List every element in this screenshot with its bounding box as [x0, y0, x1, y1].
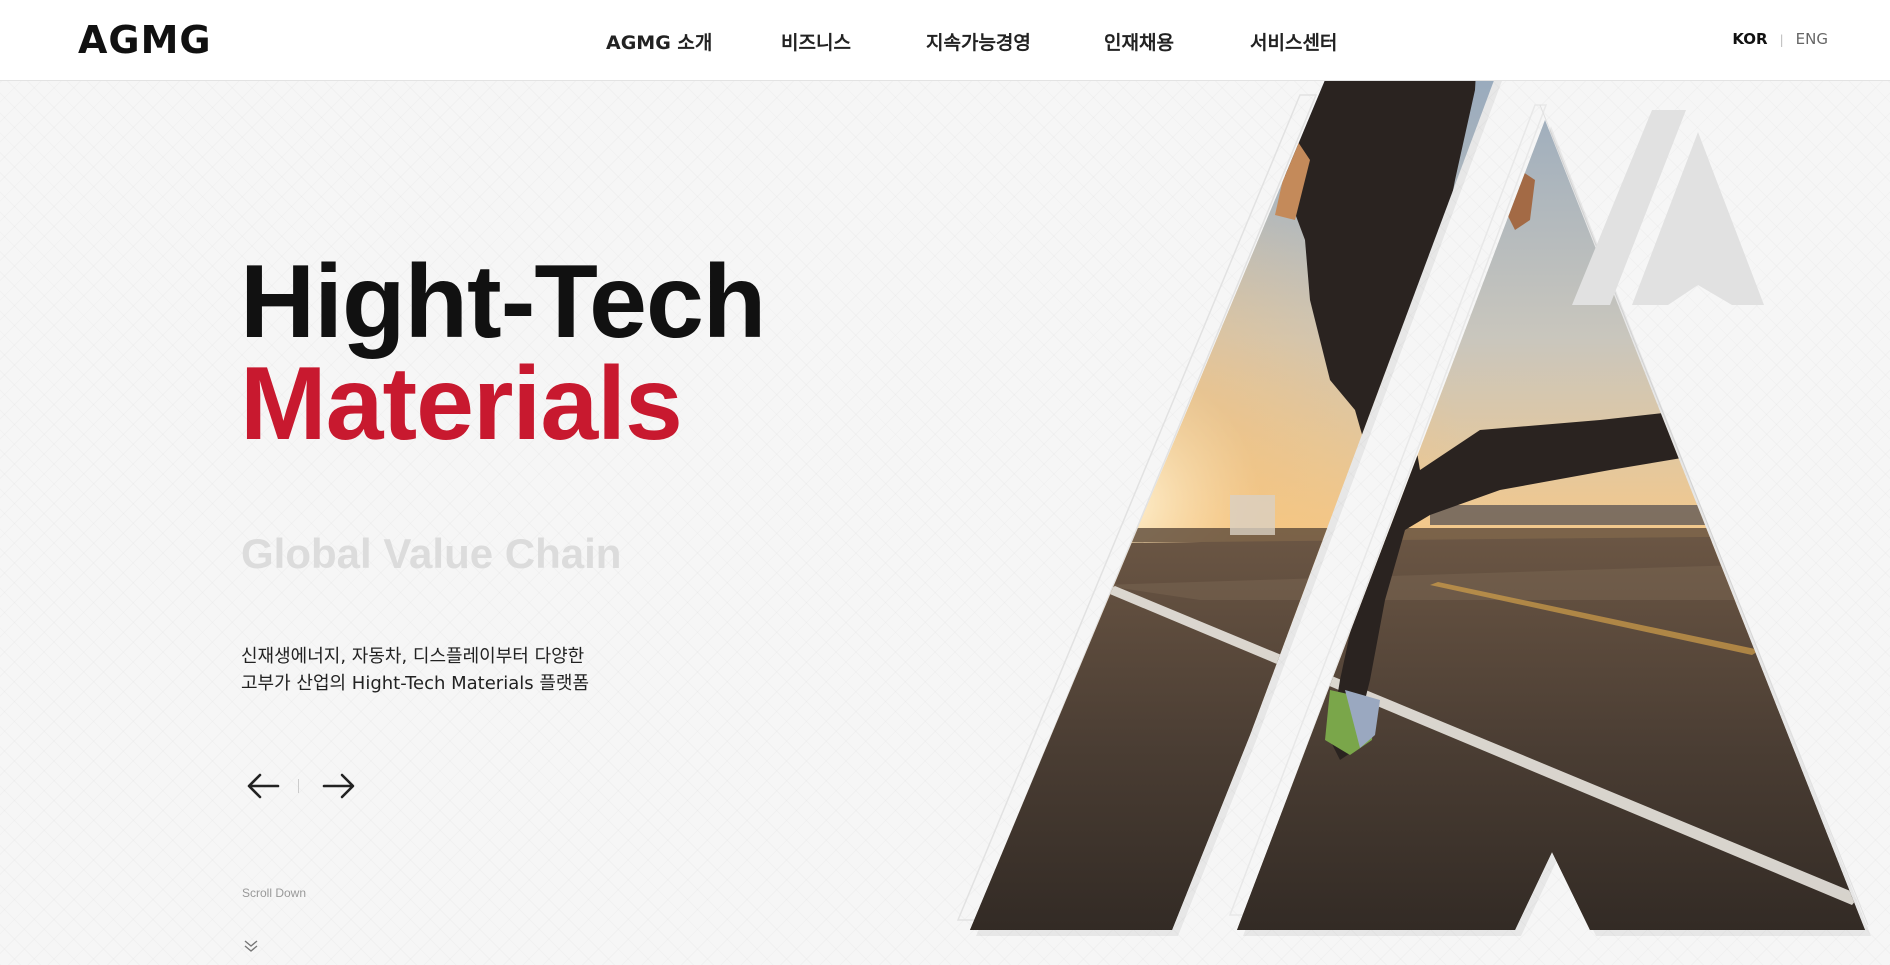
nav-item-business[interactable]: 비즈니스	[781, 28, 851, 55]
lang-eng-link[interactable]: ENG	[1796, 30, 1828, 48]
nav-item-careers[interactable]: 인재채용	[1104, 28, 1174, 55]
nav-item-sustainability[interactable]: 지속가능경영	[926, 28, 1031, 55]
hero-subtitle: Global Value Chain	[241, 530, 622, 577]
scroll-down-button[interactable]	[242, 938, 260, 954]
language-switcher: KOR | ENG	[1732, 30, 1828, 48]
hero-description: 신재생에너지, 자동차, 디스플레이부터 다양한 고부가 산업의 Hight-T…	[241, 643, 589, 697]
nav-item-about[interactable]: AGMG 소개	[606, 28, 712, 55]
hero-description-line1: 신재생에너지, 자동차, 디스플레이부터 다양한	[241, 646, 585, 667]
agmg-logo[interactable]: AGMG	[78, 18, 212, 62]
double-chevron-down-icon	[244, 940, 258, 952]
scroll-down-label: Scroll Down	[242, 886, 307, 900]
lang-divider: |	[1779, 33, 1784, 47]
hero-title-line1: Hight-Tech	[240, 244, 766, 360]
arrow-right-icon	[322, 773, 355, 799]
lang-kor-link[interactable]: KOR	[1732, 30, 1767, 48]
arrow-left-icon	[247, 773, 280, 799]
hero-title-line2: Materials	[240, 346, 683, 462]
prev-slide-button[interactable]	[244, 766, 284, 806]
next-slide-button[interactable]	[318, 766, 358, 806]
hero-image	[956, 32, 1871, 936]
arrow-divider	[298, 779, 299, 793]
hero-description-line2: 고부가 산업의 Hight-Tech Materials 플랫폼	[241, 673, 590, 694]
nav-item-service-center[interactable]: 서비스센터	[1250, 28, 1337, 55]
site-header: AGMG AGMG 소개 비즈니스 지속가능경영 인재채용 서비스센터 KOR |…	[0, 0, 1890, 81]
